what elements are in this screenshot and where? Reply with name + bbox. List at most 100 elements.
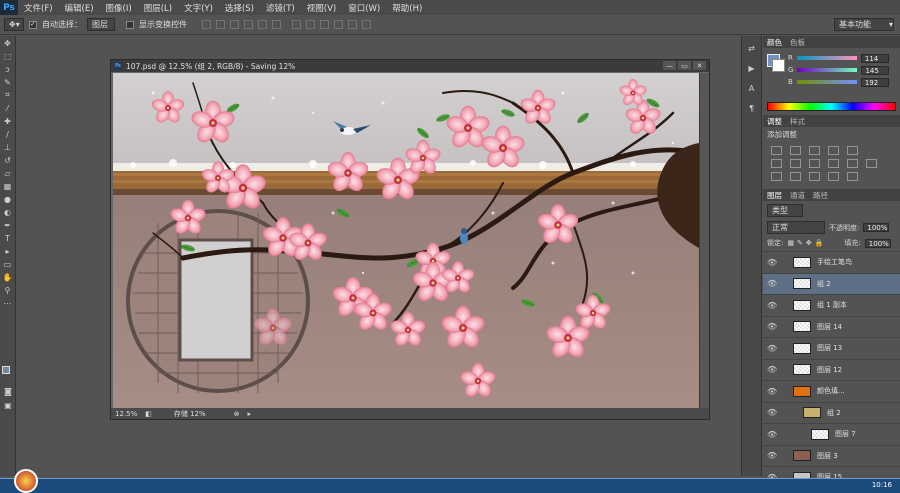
align-vcenter-icon[interactable] [216, 20, 225, 29]
move-tool-icon[interactable]: ✥ [1, 37, 15, 49]
distribute-hcenter-icon[interactable] [348, 20, 357, 29]
cancel-save-icon[interactable]: ⊗ [234, 410, 240, 418]
blue-slider[interactable] [796, 80, 857, 84]
minimize-icon[interactable]: — [663, 61, 676, 70]
character-panel-icon[interactable]: A [745, 84, 758, 96]
visibility-eye-icon[interactable]: 👁 [767, 322, 777, 331]
screen-mode-icon[interactable]: ▣ [1, 399, 15, 411]
red-value-input[interactable]: 114 [860, 53, 889, 63]
tab-layers[interactable]: 图层 [767, 190, 782, 201]
fill-input[interactable]: 100% [864, 238, 891, 248]
red-slider[interactable] [796, 56, 857, 60]
actions-panel-icon[interactable]: ▶ [745, 64, 758, 76]
history-brush-tool-icon[interactable]: ↺ [1, 154, 15, 166]
visibility-eye-icon[interactable]: 👁 [767, 408, 777, 417]
restore-icon[interactable]: ▭ [678, 61, 691, 70]
crop-tool-icon[interactable]: ⌗ [1, 89, 15, 101]
align-hcenter-icon[interactable] [258, 20, 267, 29]
paragraph-panel-icon[interactable]: ¶ [745, 104, 758, 116]
quick-mask-icon[interactable]: ◙ [1, 385, 15, 397]
menu-item-1[interactable]: 编辑(E) [59, 2, 100, 14]
auto-select-dropdown[interactable]: 图层 [87, 18, 115, 31]
layer-row[interactable]: 👁 颜色填... [763, 381, 900, 403]
exposure-icon[interactable] [828, 146, 839, 155]
menu-item-2[interactable]: 图像(I) [100, 2, 138, 14]
visibility-eye-icon[interactable]: 👁 [767, 258, 777, 267]
status-menu-arrow-icon[interactable]: ▸ [248, 410, 252, 418]
visibility-eye-icon[interactable]: 👁 [767, 451, 777, 460]
visibility-eye-icon[interactable]: 👁 [767, 279, 777, 288]
color-spectrum-bar[interactable] [767, 102, 896, 111]
layer-row[interactable]: 👁 组 1 副本 [763, 295, 900, 317]
black-white-icon[interactable] [809, 159, 820, 168]
tab-paths[interactable]: 路径 [813, 190, 828, 201]
show-transform-checkbox[interactable] [126, 20, 134, 29]
menu-item-0[interactable]: 文件(F) [18, 2, 59, 14]
shape-tool-icon[interactable]: ▭ [1, 258, 15, 270]
tab-swatches[interactable]: 色板 [790, 37, 805, 48]
zoom-level[interactable]: 12.5% [115, 410, 137, 418]
brightness-icon[interactable] [771, 146, 782, 155]
status-info-icon[interactable]: ◧ [145, 410, 152, 418]
eyedropper-tool-icon[interactable]: ⁄ [1, 102, 15, 114]
history-panel-icon[interactable]: ⇄ [745, 44, 758, 56]
blend-mode-dropdown[interactable]: 正常 [767, 221, 825, 234]
green-value-input[interactable]: 145 [861, 65, 890, 75]
menu-item-9[interactable]: 帮助(H) [386, 2, 428, 14]
layer-filter-dropdown[interactable]: 类型 [767, 204, 803, 217]
dodge-tool-icon[interactable]: ◐ [1, 206, 15, 218]
layer-row[interactable]: 👁 图层 12 [763, 360, 900, 381]
workspace-dropdown[interactable]: 基本功能 ▾ [834, 18, 894, 31]
artwork-canvas[interactable] [113, 73, 699, 408]
layer-row[interactable]: 👁 组 2 [763, 403, 900, 424]
green-slider[interactable] [797, 68, 858, 72]
foreground-color-swatch[interactable] [2, 366, 10, 374]
align-left-icon[interactable] [244, 20, 253, 29]
layer-row[interactable]: 👁 图层 14 [763, 317, 900, 338]
menu-item-3[interactable]: 图层(L) [138, 2, 178, 14]
visibility-eye-icon[interactable]: 👁 [767, 387, 777, 396]
vertical-scrollbar[interactable] [699, 73, 709, 408]
lasso-tool-icon[interactable]: ↄ [1, 63, 15, 75]
photo-filter-icon[interactable] [828, 159, 839, 168]
threshold-icon[interactable] [809, 172, 820, 181]
color-balance-icon[interactable] [790, 159, 801, 168]
opacity-input[interactable]: 100% [863, 223, 890, 232]
blur-tool-icon[interactable]: ● [1, 193, 15, 205]
path-select-tool-icon[interactable]: ▸ [1, 245, 15, 257]
selective-color-icon[interactable] [847, 172, 858, 181]
menu-item-4[interactable]: 文字(Y) [178, 2, 219, 14]
distribute-vcenter-icon[interactable] [306, 20, 315, 29]
menu-item-6[interactable]: 滤镜(T) [260, 2, 301, 14]
photoshop-logo[interactable]: Ps [0, 0, 18, 15]
quick-select-tool-icon[interactable]: ✎ [1, 76, 15, 88]
layer-row[interactable]: 👁 图层 13 [763, 338, 900, 360]
visibility-eye-icon[interactable]: 👁 [767, 365, 777, 374]
levels-icon[interactable] [790, 146, 801, 155]
clone-stamp-tool-icon[interactable]: ⊥ [1, 141, 15, 153]
layer-row[interactable]: 👁 组 2 [763, 273, 900, 295]
type-tool-icon[interactable]: T [1, 232, 15, 244]
more-tools-icon[interactable]: ⋯ [1, 297, 15, 309]
channel-mixer-icon[interactable] [847, 159, 858, 168]
auto-select-checkbox[interactable] [29, 20, 37, 29]
tab-styles[interactable]: 样式 [790, 116, 805, 127]
layer-row[interactable]: 👁 图层 7 [763, 424, 900, 446]
layer-row[interactable]: 👁 图层 3 [763, 446, 900, 467]
visibility-eye-icon[interactable]: 👁 [767, 430, 777, 439]
tab-channels[interactable]: 通道 [790, 190, 805, 201]
color-panel-bg-swatch[interactable] [772, 59, 785, 72]
distribute-bottom-icon[interactable] [320, 20, 329, 29]
start-button[interactable] [14, 469, 38, 493]
move-tool-preset[interactable]: ✥▾ [4, 18, 24, 31]
menu-item-8[interactable]: 窗口(W) [342, 2, 386, 14]
color-lookup-icon[interactable] [866, 159, 877, 168]
pen-tool-icon[interactable]: ✒ [1, 219, 15, 231]
blue-value-input[interactable]: 192 [860, 77, 889, 87]
curves-icon[interactable] [809, 146, 820, 155]
gradient-map-icon[interactable] [828, 172, 839, 181]
align-right-icon[interactable] [272, 20, 281, 29]
lock-icons[interactable]: ▦✎✥🔒 [787, 239, 826, 247]
zoom-tool-icon[interactable]: ⚲ [1, 284, 15, 296]
visibility-eye-icon[interactable]: 👁 [767, 301, 777, 310]
